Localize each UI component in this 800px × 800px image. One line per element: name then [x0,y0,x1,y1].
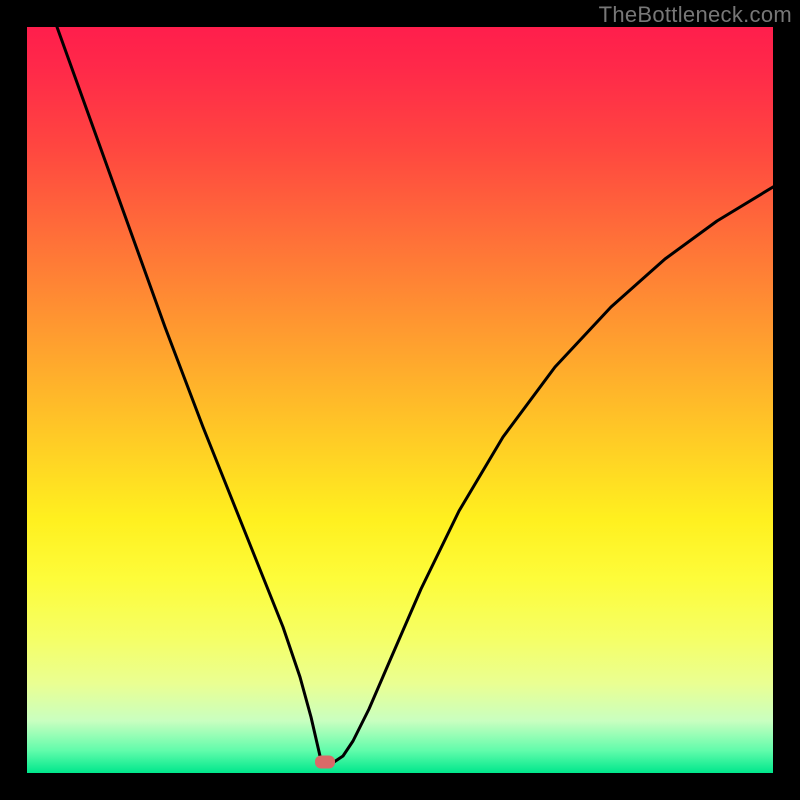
watermark-text: TheBottleneck.com [599,2,792,28]
optimum-marker [315,756,335,769]
bottleneck-curve [27,27,773,773]
chart-frame: TheBottleneck.com [0,0,800,800]
plot-area [27,27,773,773]
